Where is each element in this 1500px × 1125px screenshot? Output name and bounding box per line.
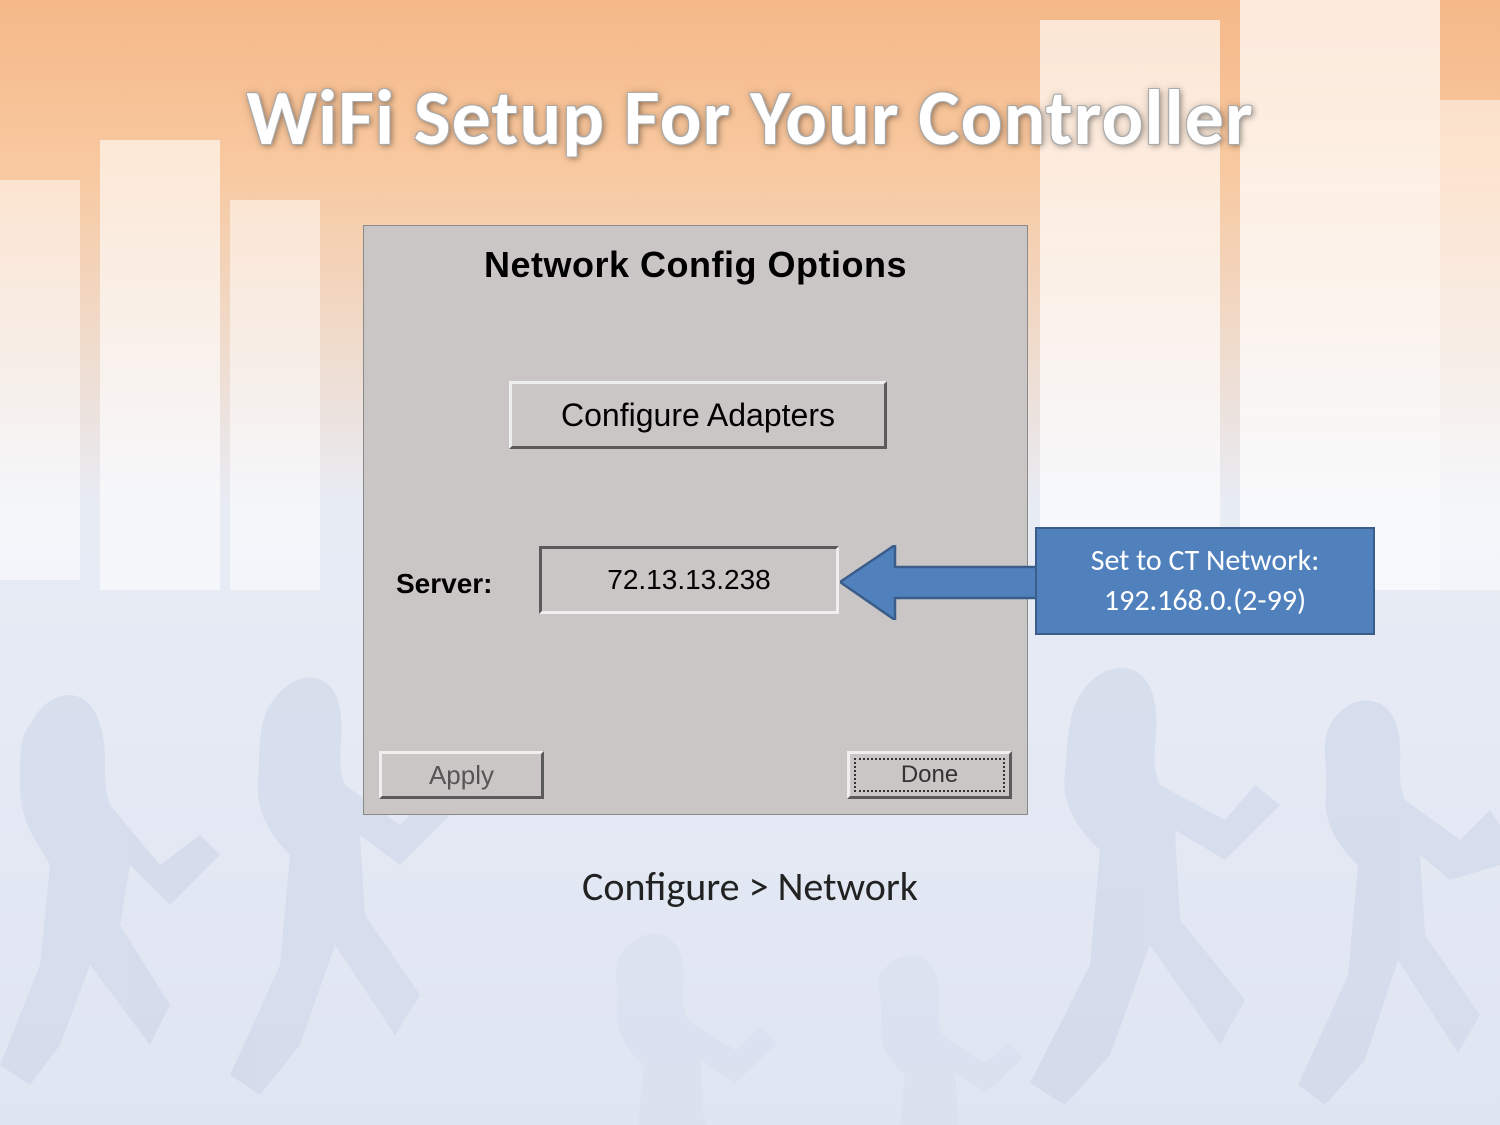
slide-title: WiFi Setup For Your Controller <box>0 70 1500 165</box>
callout-line1: Set to CT Network: <box>1091 541 1320 582</box>
dialog-title: Network Config Options <box>364 244 1027 286</box>
done-button[interactable]: Done <box>847 751 1012 799</box>
network-config-dialog: Network Config Options Configure Adapter… <box>363 225 1028 815</box>
done-button-label: Done <box>854 758 1005 792</box>
callout-line2: 192.168.0.(2-99) <box>1104 581 1306 622</box>
callout-annotation: Set to CT Network: 192.168.0.(2-99) <box>1035 527 1375 635</box>
configure-adapters-button[interactable]: Configure Adapters <box>509 381 887 449</box>
arrow-icon <box>840 545 1040 620</box>
server-label: Server: <box>396 568 493 600</box>
server-input[interactable] <box>539 546 839 614</box>
breadcrumb: Configure > Network <box>582 862 918 911</box>
apply-button[interactable]: Apply <box>379 751 544 799</box>
